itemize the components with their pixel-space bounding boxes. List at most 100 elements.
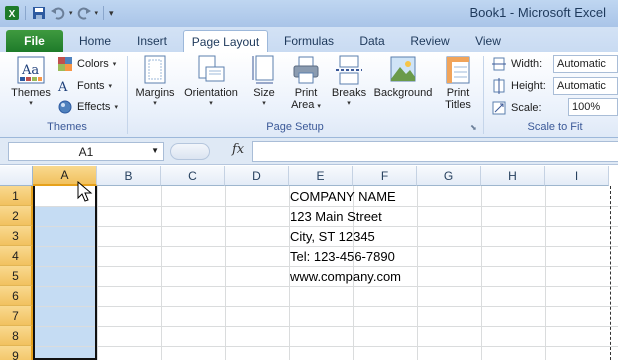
svg-text:Aa: Aa: [21, 63, 39, 78]
row-header-5[interactable]: 5: [0, 266, 33, 286]
page-setup-group-label: Page Setup: [266, 121, 324, 133]
column-header-g[interactable]: G: [417, 166, 481, 186]
row-header-1[interactable]: 1: [0, 186, 33, 206]
qat-divider: [25, 6, 26, 20]
size-label: Size: [253, 87, 275, 99]
colors-button[interactable]: Colors ▾: [57, 56, 116, 72]
quick-access-toolbar: X ▾ ▾ ▾: [4, 3, 114, 23]
fonts-icon: A: [57, 78, 73, 94]
scale-icon: [491, 100, 507, 116]
colors-icon: [57, 56, 73, 72]
excel-logo-icon: X: [4, 5, 20, 21]
tab-home[interactable]: Home: [72, 30, 118, 52]
themes-label: Themes: [11, 87, 51, 99]
redo-dropdown-icon[interactable]: ▾: [95, 9, 99, 17]
themes-button[interactable]: Aa Themes ▾: [8, 55, 54, 107]
column-header-b[interactable]: B: [97, 166, 161, 186]
background-icon: [388, 55, 418, 85]
column-header-h[interactable]: H: [481, 166, 545, 186]
background-button[interactable]: Background: [371, 55, 435, 99]
themes-icon: Aa: [16, 55, 46, 85]
svg-text:X: X: [9, 9, 16, 20]
orientation-button[interactable]: Orientation ▾: [179, 55, 243, 107]
column-header-f[interactable]: F: [353, 166, 417, 186]
window-title: Book1 - Microsoft Excel: [469, 5, 606, 20]
column-header-e[interactable]: E: [289, 166, 353, 186]
cell-e1[interactable]: COMPANY NAME: [290, 186, 396, 206]
margins-button[interactable]: Margins ▾: [133, 55, 177, 107]
margins-dropdown-icon: ▾: [153, 100, 157, 107]
tab-formulas[interactable]: Formulas: [278, 30, 340, 52]
tab-insert[interactable]: Insert: [128, 30, 176, 52]
breaks-button[interactable]: Breaks ▾: [330, 55, 368, 107]
page-size-icon: [249, 55, 279, 85]
fonts-button[interactable]: A Fonts ▾: [57, 78, 112, 94]
breaks-icon: [334, 55, 364, 85]
row-header-8[interactable]: 8: [0, 326, 33, 346]
cell-e5[interactable]: www.company.com: [290, 266, 401, 286]
print-area-icon: [291, 55, 321, 85]
ribbon: Aa Themes ▾ Colors ▾ A Fonts ▾ Effects ▾…: [0, 52, 618, 138]
print-titles-label-2: Titles: [445, 99, 471, 111]
print-titles-label-1: Print: [446, 87, 470, 99]
print-area-button[interactable]: Print Area ▾: [286, 55, 326, 113]
tab-file[interactable]: File: [6, 30, 63, 52]
row-header-3[interactable]: 3: [0, 226, 33, 246]
width-label: Width:: [511, 58, 543, 70]
formula-input[interactable]: [252, 141, 618, 162]
row-header-7[interactable]: 7: [0, 306, 33, 326]
svg-text:A: A: [57, 80, 68, 94]
undo-icon[interactable]: [50, 5, 66, 21]
tab-data[interactable]: Data: [350, 30, 394, 52]
row-header-4[interactable]: 4: [0, 246, 33, 266]
undo-dropdown-icon[interactable]: ▾: [69, 9, 73, 17]
page-setup-dialog-launcher-icon[interactable]: ⬊: [470, 123, 477, 132]
save-icon[interactable]: [31, 5, 47, 21]
width-icon: [491, 56, 507, 72]
print-area-label-2: Area ▾: [291, 99, 321, 111]
select-all-button[interactable]: [0, 166, 33, 186]
gridline: [33, 286, 618, 287]
cell-e2[interactable]: 123 Main Street: [290, 206, 382, 226]
row-header-9[interactable]: 9: [0, 346, 33, 360]
cell-e4[interactable]: Tel: 123-456-7890: [290, 246, 395, 266]
height-icon: [491, 78, 507, 94]
effects-icon: [57, 99, 73, 115]
gridline: [481, 186, 482, 360]
redo-icon[interactable]: [76, 5, 92, 21]
row-header-2[interactable]: 2: [0, 206, 33, 226]
orientation-icon: [196, 55, 226, 85]
gridline: [417, 186, 418, 360]
width-select[interactable]: Automatic: [553, 55, 618, 73]
group-divider-themes: [127, 56, 128, 134]
themes-group-label: Themes: [47, 121, 87, 133]
themes-dropdown-icon: ▾: [29, 100, 33, 107]
height-control: Height:: [491, 78, 546, 94]
tab-view[interactable]: View: [466, 30, 510, 52]
insert-function-icon[interactable]: fx: [232, 142, 244, 157]
print-area-label-1: Print: [294, 87, 318, 99]
colors-label: Colors: [77, 58, 109, 70]
formula-buttons: [170, 143, 210, 160]
print-titles-button[interactable]: Print Titles: [439, 55, 477, 111]
background-label: Background: [373, 87, 433, 99]
row-header-6[interactable]: 6: [0, 286, 33, 306]
column-header-d[interactable]: D: [225, 166, 289, 186]
tab-page-layout[interactable]: Page Layout: [183, 30, 268, 52]
scale-to-fit-group-label: Scale to Fit: [527, 121, 583, 133]
breaks-label: Breaks: [331, 87, 367, 99]
fonts-dropdown-icon: ▾: [108, 83, 113, 90]
tab-review[interactable]: Review: [404, 30, 456, 52]
size-button[interactable]: Size ▾: [248, 55, 280, 107]
formula-bar: A1 ▼ fx: [0, 138, 618, 165]
effects-button[interactable]: Effects ▾: [57, 99, 118, 115]
name-box[interactable]: A1 ▼: [8, 142, 164, 161]
width-control: Width:: [491, 56, 542, 72]
column-header-i[interactable]: I: [545, 166, 609, 186]
height-select[interactable]: Automatic: [553, 77, 618, 95]
scale-input[interactable]: 100%: [568, 98, 618, 116]
cell-e3[interactable]: City, ST 12345: [290, 226, 375, 246]
name-box-dropdown-icon[interactable]: ▼: [151, 146, 159, 155]
column-header-c[interactable]: C: [161, 166, 225, 186]
customize-qat-icon[interactable]: ▾: [109, 8, 114, 19]
